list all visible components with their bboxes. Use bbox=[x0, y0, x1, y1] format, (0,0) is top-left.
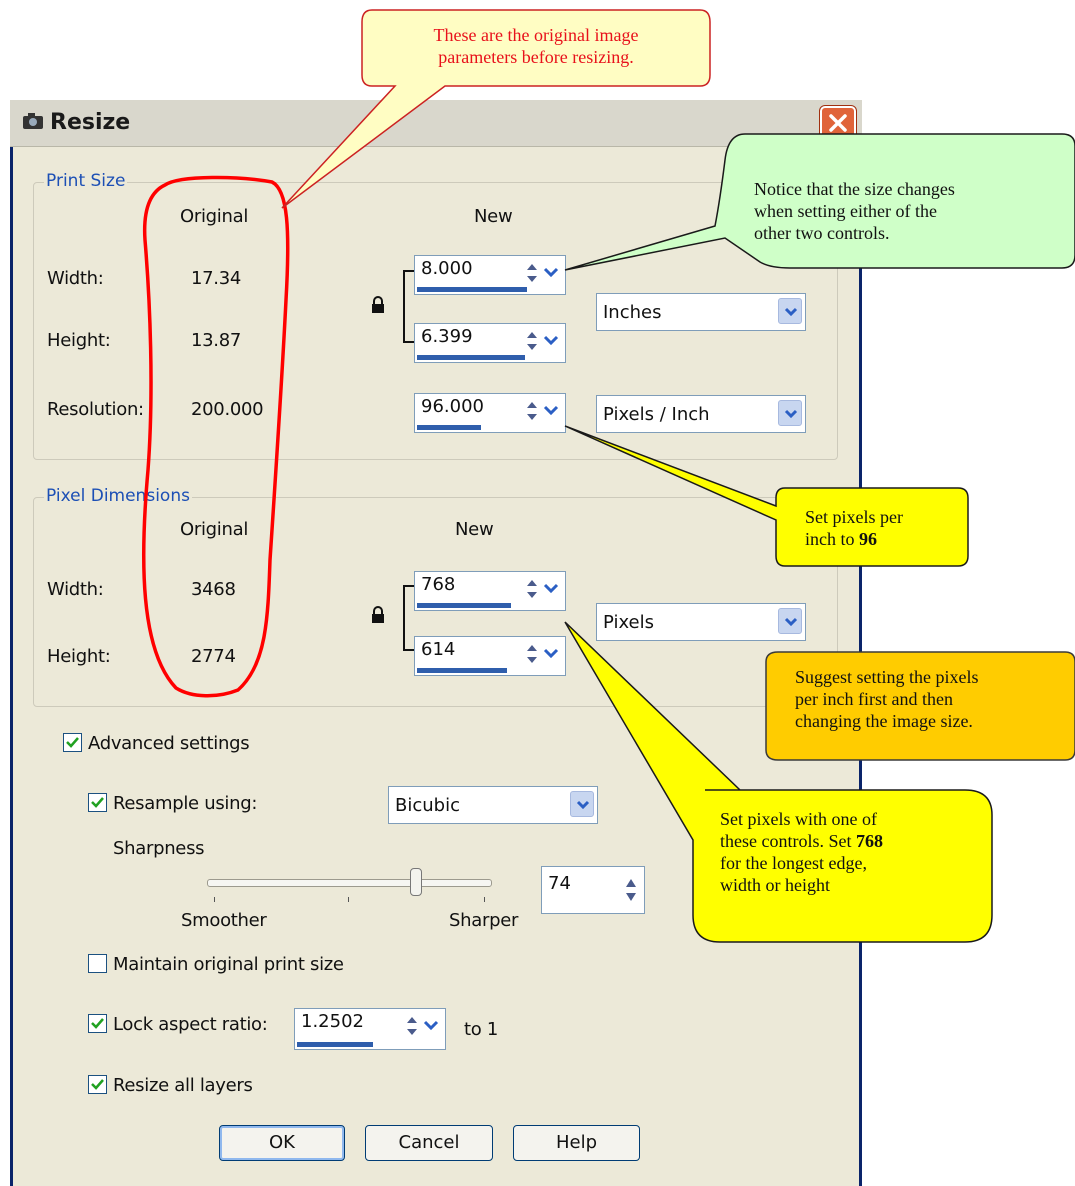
callout-original-line1: These are the original image bbox=[433, 25, 639, 45]
callout-original-text: These are the original image parameters … bbox=[362, 24, 710, 68]
callout-size-line1: Notice that the size changes bbox=[754, 179, 955, 199]
red-highlight-loop bbox=[141, 175, 290, 698]
callout-size-line2: when setting either of the bbox=[754, 201, 937, 221]
callout-pixels-prefix: these controls. Set bbox=[720, 831, 856, 851]
callout-ppi-text: Set pixels per inch to 96 bbox=[805, 506, 965, 550]
callout-suggestion-line2: per inch first and then bbox=[795, 689, 953, 709]
callout-size-text: Notice that the size changes when settin… bbox=[754, 178, 1064, 244]
callout-pixels-text: Set pixels with one of these controls. S… bbox=[720, 808, 985, 896]
callout-suggestion-text: Suggest setting the pixels per inch firs… bbox=[795, 666, 1070, 732]
callout-suggestion-line1: Suggest setting the pixels bbox=[795, 667, 979, 687]
callout-original-line2: parameters before resizing. bbox=[438, 47, 634, 67]
callout-pixels-bold: 768 bbox=[855, 831, 883, 851]
callout-pixels-line1: Set pixels with one of bbox=[720, 809, 877, 829]
callout-suggestion-line3: changing the image size. bbox=[795, 711, 973, 731]
callout-pixels-line3: for the longest edge, bbox=[720, 853, 867, 873]
callout-ppi-line2: inch to 96 bbox=[805, 528, 965, 550]
callout-ppi-prefix: inch to bbox=[805, 529, 859, 549]
callout-ppi-bold: 96 bbox=[859, 529, 877, 549]
callout-ppi-line1: Set pixels per bbox=[805, 507, 903, 527]
callout-pixels-line2: these controls. Set 768 bbox=[720, 830, 985, 852]
callout-pixels-line4: width or height bbox=[720, 875, 830, 895]
callout-size-line3: other two controls. bbox=[754, 223, 890, 243]
